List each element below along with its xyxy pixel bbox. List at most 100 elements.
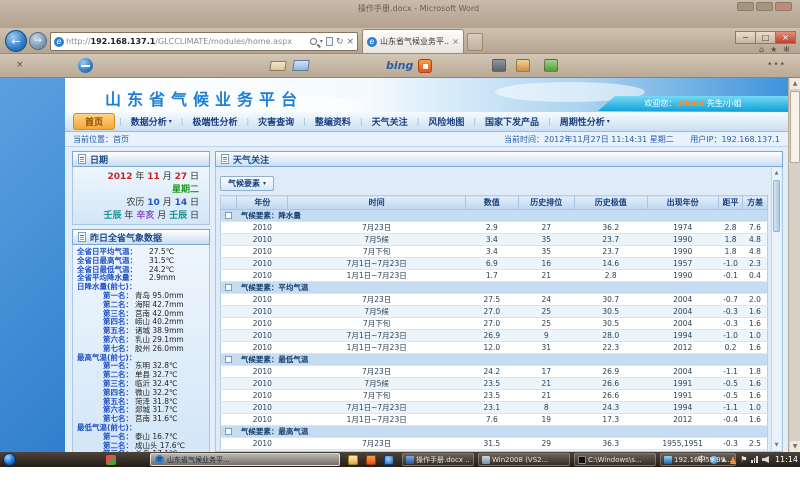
cell: 1.0 — [743, 330, 768, 342]
nav-item-9[interactable]: 周期性分析▾ — [551, 115, 619, 128]
scroll-up-icon[interactable]: ▲ — [790, 78, 800, 89]
new-tab-button[interactable] — [467, 33, 483, 51]
mail-icon[interactable] — [269, 61, 286, 71]
cell: 36.3 — [574, 438, 647, 450]
nav-item-label: 数据分析 — [131, 115, 167, 128]
url-text[interactable]: http://192.168.137.1/GLCCLIMATE/modules/… — [66, 37, 308, 46]
status-icon[interactable] — [78, 58, 93, 73]
nav-item-5[interactable]: 整编资料 — [306, 115, 360, 128]
volume-icon[interactable] — [762, 456, 769, 463]
table-row: 20101月1日~7月23日12.03122.320120.21.6 — [221, 342, 768, 354]
cell: 1月1日~7月23日 — [288, 342, 466, 354]
cell: 21 — [518, 270, 574, 282]
scroll-up-icon[interactable]: ▲ — [772, 168, 781, 178]
group-checkbox[interactable] — [225, 356, 232, 363]
toolbar-app-icon[interactable] — [418, 59, 432, 73]
cell: 1974 — [647, 222, 718, 234]
nav-item-2[interactable]: 数据分析▾ — [122, 115, 181, 128]
sidebar: 日期 2012 年 11 月 27 日 星期二 农历 10 月 14 日 — [72, 151, 210, 452]
row-indent-cell — [221, 306, 237, 318]
nav-item-1[interactable]: 首页 — [73, 113, 115, 130]
refresh-icon[interactable]: ↻ — [336, 37, 344, 47]
cell: 3.4 — [466, 246, 519, 258]
home-icon[interactable]: ⌂ — [759, 45, 764, 54]
breadcrumb-row: 当前位置：首页 当前时间：2012年11月27日 11:14:31 星期二 用户… — [65, 132, 788, 147]
taskbar-task-2[interactable]: Win2008 (VS2... — [478, 453, 570, 466]
bing-logo[interactable]: bing — [386, 59, 413, 72]
cell: 1.6 — [743, 414, 768, 426]
explorer-icon[interactable] — [348, 455, 358, 465]
effects-icon[interactable] — [516, 59, 530, 72]
table-group-row: 气候要素：最高气温 — [221, 426, 768, 438]
nav-item-4[interactable]: 灾害查询 — [249, 115, 303, 128]
cell: 26.9 — [466, 330, 519, 342]
cell: 9 — [518, 330, 574, 342]
command-bar: × bing ••• — [0, 54, 800, 78]
more-options-icon[interactable]: ••• — [767, 60, 786, 70]
taskbar-active-ie[interactable]: e 山东省气候业务平... — [150, 453, 340, 466]
scroll-down-icon[interactable]: ▼ — [772, 440, 781, 450]
plugin-icon[interactable] — [544, 59, 558, 72]
back-button[interactable]: ← — [5, 30, 27, 52]
scrollbar-thumb[interactable] — [773, 180, 780, 232]
row-indent-cell — [221, 402, 237, 414]
pinned-app-icon[interactable] — [366, 455, 376, 465]
address-bar[interactable]: e http://192.168.137.1/GLCCLIMATE/module… — [50, 32, 358, 51]
forward-button[interactable]: → — [29, 32, 47, 50]
table-scrollbar[interactable]: ▲ ▼ — [771, 168, 781, 450]
minimize-button[interactable]: − — [735, 31, 756, 44]
maximize-button[interactable]: □ — [755, 31, 776, 44]
taskbar-task-1[interactable]: 操作手册.docx ... — [402, 453, 474, 466]
taskbar-task-3[interactable]: C:\Windows\s... — [574, 453, 656, 466]
browser-scrollbar[interactable]: ▲ ▼ — [788, 78, 800, 452]
row-indent-cell — [221, 390, 237, 402]
scroll-down-icon[interactable]: ▼ — [790, 441, 800, 452]
taskbar: e 山东省气候业务平... 中 ▲ ⚑ 11:14 操作手册.docx ...W… — [0, 452, 800, 467]
breadcrumb: 当前位置：首页 — [73, 134, 490, 145]
screen: 操作手册.docx - Microsoft Word ← → e http://… — [0, 0, 800, 500]
cell: 2010 — [237, 234, 288, 246]
nav-item-6[interactable]: 天气关注 — [363, 115, 417, 128]
browser-tab[interactable]: e 山东省气候业务平... × — [362, 29, 464, 53]
media-app-icon[interactable] — [384, 455, 394, 465]
compatibility-icon[interactable] — [326, 37, 333, 46]
nav-item-3[interactable]: 极端性分析 — [183, 115, 246, 128]
main-panel: 天气关注 气候要素▾ 年份时间数值历史排位历史极值出现年份距平方差 — [215, 151, 783, 452]
tab-close-icon[interactable]: × — [452, 37, 459, 46]
nav-item-7[interactable]: 风险地图 — [419, 115, 473, 128]
rank-value[interactable]: 胶州 26.0mm — [133, 345, 184, 354]
stop-icon[interactable]: × — [346, 37, 354, 47]
start-button[interactable] — [3, 453, 16, 466]
favorites-star-icon[interactable]: ★ — [770, 45, 777, 54]
nav-item-8[interactable]: 国家下发产品 — [476, 115, 548, 128]
cell: 7月1日~7月23日 — [288, 258, 466, 270]
group-checkbox[interactable] — [225, 284, 232, 291]
group-checkbox-cell — [221, 210, 237, 222]
action-center-flag-icon[interactable]: ⚑ — [740, 455, 747, 464]
taskbar-task-4[interactable]: 192.168.59.99... — [660, 453, 736, 466]
web-page: 山东省气候业务平台 欢迎您：admin 先生/小姐 首页|数据分析▾|极端性分析… — [65, 78, 788, 452]
cell: 7月5候 — [288, 378, 466, 390]
group-checkbox-cell — [221, 354, 237, 366]
scrollbar-thumb[interactable] — [790, 91, 800, 163]
clock[interactable]: 11:14 — [775, 455, 798, 464]
rank-value[interactable]: 莒南 31.6℃ — [133, 415, 178, 424]
camera-icon[interactable] — [492, 59, 506, 72]
row-indent-cell — [221, 330, 237, 342]
cell: -1.1 — [718, 402, 743, 414]
share-icon[interactable] — [292, 60, 310, 71]
group-checkbox[interactable] — [225, 428, 232, 435]
search-icon[interactable] — [310, 38, 317, 45]
cell: 7月1日~7月23日 — [288, 402, 466, 414]
group-checkbox[interactable] — [225, 212, 232, 219]
quick-launch-icon[interactable] — [106, 455, 116, 465]
climate-element-button[interactable]: 气候要素▾ — [220, 176, 274, 191]
cell: 19 — [518, 414, 574, 426]
tools-gear-icon[interactable]: ✻ — [783, 45, 790, 54]
network-icon[interactable] — [751, 456, 758, 463]
close-pane-icon[interactable]: × — [16, 60, 24, 70]
forward-arrow-icon: → — [34, 36, 42, 46]
search-caret-icon[interactable]: ▾ — [320, 38, 323, 45]
nav-dropdown-icon: ▾ — [169, 118, 172, 125]
close-button[interactable]: × — [775, 31, 796, 44]
